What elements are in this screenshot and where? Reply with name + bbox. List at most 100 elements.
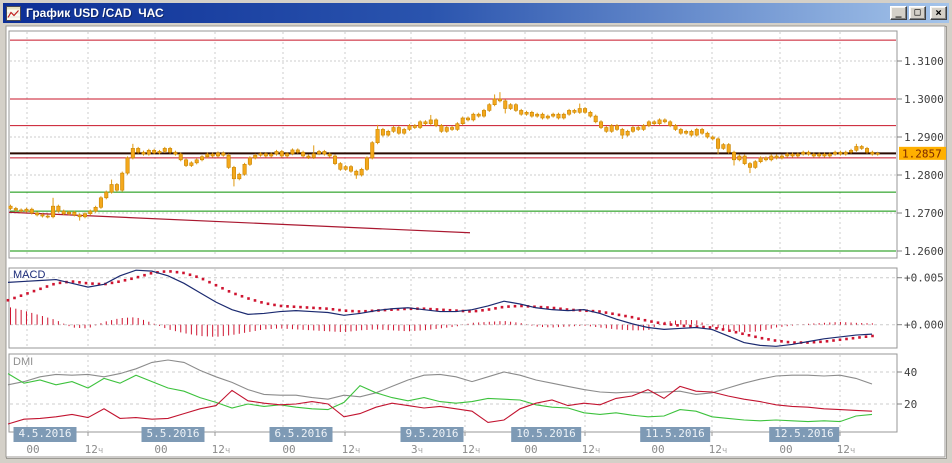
candle (492, 98, 497, 105)
candle (359, 169, 364, 176)
candle (338, 163, 343, 170)
dmi-panel-label: DMI (13, 356, 34, 368)
candle (646, 121, 651, 126)
macd-panel[interactable] (8, 267, 898, 349)
candle (838, 151, 843, 155)
candle (120, 172, 125, 191)
candle (136, 148, 141, 153)
candle (301, 151, 306, 157)
candle (652, 121, 657, 125)
candle (386, 131, 391, 136)
candle (524, 112, 529, 115)
candle (200, 156, 205, 161)
candle (758, 157, 763, 162)
candle (88, 210, 93, 215)
candle (67, 211, 72, 215)
candle (82, 213, 87, 218)
macd-axis-label: +0.005 (904, 272, 944, 285)
candle (114, 184, 119, 191)
candle (689, 131, 694, 136)
candle (375, 129, 380, 143)
candle (466, 117, 471, 121)
candle (471, 113, 476, 121)
candle (61, 210, 66, 215)
candle (434, 119, 439, 126)
candle (710, 136, 715, 140)
candle (875, 153, 880, 155)
candle (604, 127, 609, 132)
candle (572, 110, 577, 113)
candle (231, 167, 236, 180)
candle (742, 155, 747, 164)
candle (859, 146, 864, 149)
candle (402, 129, 407, 134)
candle (673, 125, 678, 130)
candle (588, 112, 593, 117)
main-price-panel[interactable] (8, 30, 898, 259)
candle (168, 148, 173, 153)
candle (125, 157, 130, 174)
candle (785, 153, 790, 157)
candle (561, 113, 566, 119)
candle (753, 161, 758, 168)
candle (763, 157, 768, 161)
candle (779, 155, 784, 159)
candle (221, 152, 226, 156)
candle (684, 131, 689, 134)
price-axis-label: 1.3100 (904, 55, 944, 68)
candle (583, 108, 588, 113)
candle (285, 153, 290, 157)
candle (769, 155, 774, 161)
candle (705, 132, 710, 138)
application-window: График USD /CAD ЧАС _ □ × 1.3100 1.3000 1.… (0, 0, 952, 463)
candle (455, 123, 460, 130)
candle (8, 205, 13, 209)
candle (98, 197, 103, 208)
candle (24, 208, 29, 212)
candle (481, 110, 486, 117)
candle (450, 127, 455, 130)
candle (205, 153, 210, 158)
candle (636, 127, 641, 130)
candle (152, 150, 157, 154)
candle (279, 151, 284, 157)
candle (599, 121, 604, 128)
candle (130, 148, 135, 159)
candle (529, 112, 534, 117)
candle (551, 113, 556, 117)
candle (609, 125, 614, 132)
candle (678, 129, 683, 134)
candle (444, 127, 449, 132)
candle (412, 125, 417, 128)
candle (737, 155, 742, 161)
candle (226, 154, 231, 168)
candle (513, 104, 518, 111)
candle (700, 129, 705, 134)
candle (870, 151, 875, 155)
candle (460, 117, 465, 124)
candle (162, 148, 167, 152)
candle (290, 149, 295, 155)
candle (173, 151, 178, 155)
candle (370, 142, 375, 159)
candle (396, 127, 401, 134)
candle (716, 138, 721, 149)
candle (247, 157, 252, 165)
candle (833, 151, 838, 155)
candle (391, 127, 396, 132)
candle (625, 131, 630, 136)
candle (795, 153, 800, 157)
candle (317, 151, 322, 155)
candle (364, 157, 369, 170)
candle (322, 151, 327, 155)
candle (72, 211, 77, 216)
candle (822, 153, 827, 157)
candle (104, 191, 109, 199)
candle (45, 215, 50, 218)
candle (732, 151, 737, 161)
candle (439, 125, 444, 132)
current-price-label: 1.2857 (902, 147, 942, 160)
candle (811, 153, 816, 157)
candle (295, 149, 300, 153)
price-axis-label: 1.2900 (904, 131, 944, 144)
